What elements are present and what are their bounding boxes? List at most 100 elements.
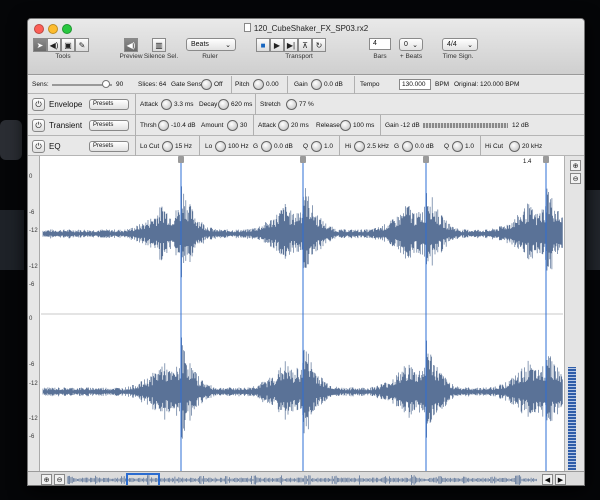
amount-knob[interactable] xyxy=(227,120,238,131)
gain-label: Gain xyxy=(294,81,308,88)
beats-label: + Beats xyxy=(399,53,423,60)
scroll-right-panel: ⊕ ⊖ xyxy=(564,156,584,471)
loop-button[interactable]: ↻ xyxy=(312,38,326,52)
attack-knob[interactable] xyxy=(161,99,172,110)
slice-marker-handle[interactable] xyxy=(543,156,549,163)
silence-selected-button[interactable]: ▥ xyxy=(152,38,166,52)
hi-gain-value: 0.0 dB xyxy=(415,143,434,150)
hi-gain-label: G xyxy=(394,143,400,150)
zoom-out-icon[interactable]: ⊖ xyxy=(54,474,65,485)
lock-tool-icon[interactable]: ▣ xyxy=(61,38,75,52)
stretch-knob[interactable] xyxy=(286,99,297,110)
play-button[interactable]: ▶ xyxy=(270,38,284,52)
scale-label: -6 xyxy=(29,210,35,216)
eq-title: EQ xyxy=(49,142,61,151)
scale-label: -6 xyxy=(29,282,35,288)
stretch-label: Stretch xyxy=(260,101,281,108)
thrsh-value: -10.4 dB xyxy=(171,122,196,129)
hi-q-label: Q xyxy=(444,143,450,150)
slice-marker-handle[interactable] xyxy=(423,156,429,163)
envelope-row: ⏻ Envelope Presets Attack 3.3 ms Decay 6… xyxy=(28,94,584,115)
transient-gain-max: 12 dB xyxy=(512,122,529,129)
waveform-display[interactable] xyxy=(41,156,585,471)
divider xyxy=(199,136,200,156)
chevron-down-icon: ⌄ xyxy=(412,41,418,49)
scale-label: -12 xyxy=(29,228,38,234)
hi-freq-value: 2.5 kHz xyxy=(367,143,390,150)
overview-selection[interactable] xyxy=(126,473,160,485)
hi-freq-knob[interactable] xyxy=(354,141,365,152)
divider xyxy=(354,76,355,94)
arrow-tool-icon[interactable]: ➤ xyxy=(33,38,47,52)
hi-gain-knob[interactable] xyxy=(402,141,413,152)
hi-q-knob[interactable] xyxy=(452,141,463,152)
tempo-field[interactable]: 130.000 xyxy=(399,79,431,90)
amount-label: Amount xyxy=(201,122,224,129)
gain-knob[interactable] xyxy=(311,79,322,90)
transient-attack-knob[interactable] xyxy=(278,120,289,131)
release-value: 100 ms xyxy=(353,122,375,129)
envelope-presets-select[interactable]: Presets xyxy=(89,99,129,110)
lo-freq-knob[interactable] xyxy=(215,141,226,152)
transient-row: ⏻ Transient Presets Thrsh -10.4 dB Amoun… xyxy=(28,115,584,136)
locut-value: 15 Hz xyxy=(175,143,192,150)
lo-q-knob[interactable] xyxy=(311,141,322,152)
transient-attack-label: Attack xyxy=(258,122,277,129)
scroll-left-icon[interactable]: ◀ xyxy=(542,474,553,485)
lo-gain-knob[interactable] xyxy=(261,141,272,152)
lo-label: Lo xyxy=(205,143,213,150)
ruler-label: Ruler xyxy=(202,53,218,60)
envelope-power-icon[interactable]: ⏻ xyxy=(32,98,45,111)
zoom-out-vertical-icon[interactable]: ⊖ xyxy=(570,173,581,184)
waveform-editor[interactable]: 0 -6 -12 -12 -6 0 -6 -12 -12 -6 1.4 ⊕ ⊖ xyxy=(28,156,585,471)
scroll-right-icon[interactable]: ▶ xyxy=(555,474,566,485)
sens-value: 90 xyxy=(116,81,124,88)
decay-knob[interactable] xyxy=(218,99,229,110)
export-slice-button[interactable]: ⊼ xyxy=(298,38,312,52)
slice-marker-handle[interactable] xyxy=(300,156,306,163)
hicut-knob[interactable] xyxy=(509,141,520,152)
sens-slider[interactable] xyxy=(52,80,112,88)
thrsh-knob[interactable] xyxy=(158,120,169,131)
play-slice-button[interactable]: ▶| xyxy=(284,38,298,52)
zoom-in-icon[interactable]: ⊕ xyxy=(41,474,52,485)
beats-select[interactable]: 0 ⌄ xyxy=(399,38,423,51)
preview-button[interactable]: ◀) xyxy=(124,38,138,52)
app-window: 120_CubeShaker_FX_SP03.rx2 ➤ ◀) ▣ ✎ Tool… xyxy=(27,18,585,486)
eq-presets-select[interactable]: Presets xyxy=(89,141,129,152)
pitch-knob[interactable] xyxy=(253,79,264,90)
slice-marker-handle[interactable] xyxy=(178,156,184,163)
bars-field[interactable]: 4 xyxy=(369,38,391,50)
bars-label: Bars xyxy=(373,53,387,60)
tools-label: Tools xyxy=(55,53,71,60)
sens-slider-handle[interactable] xyxy=(102,80,111,88)
time-signature-select[interactable]: 4/4 ⌄ xyxy=(442,38,478,51)
stop-button[interactable]: ■ xyxy=(256,38,270,52)
transient-gain-meter xyxy=(423,123,508,128)
silence-group: ▥ xyxy=(152,38,166,52)
hicut-value: 20 kHz xyxy=(522,143,543,150)
hi-label: Hi xyxy=(345,143,352,150)
divider xyxy=(135,94,136,115)
slices-count: Slices: 64 xyxy=(138,81,167,88)
divider xyxy=(480,136,481,156)
transient-presets-select[interactable]: Presets xyxy=(89,120,129,131)
thrsh-label: Thrsh xyxy=(140,122,157,129)
original-tempo: Original: 120.000 BPM xyxy=(454,81,520,88)
zoom-in-vertical-icon[interactable]: ⊕ xyxy=(570,160,581,171)
eq-power-icon[interactable]: ⏻ xyxy=(32,140,45,153)
divider xyxy=(287,76,288,94)
hi-q-value: 1.0 xyxy=(465,143,475,150)
ruler-select[interactable]: Beats ⌄ xyxy=(186,38,236,51)
gate-sens-knob[interactable] xyxy=(201,79,212,90)
speaker-tool-icon[interactable]: ◀) xyxy=(47,38,61,52)
transient-power-icon[interactable]: ⏻ xyxy=(32,119,45,132)
release-knob[interactable] xyxy=(340,120,351,131)
tempo-label: Tempo xyxy=(360,81,380,88)
scale-label: 0 xyxy=(29,316,33,322)
locut-knob[interactable] xyxy=(162,141,173,152)
pencil-tool-icon[interactable]: ✎ xyxy=(75,38,89,52)
db-scale: 0 -6 -12 -12 -6 0 -6 -12 -12 -6 xyxy=(28,156,40,471)
divider xyxy=(135,136,136,156)
transient-gain-label: Gain -12 dB xyxy=(385,122,420,129)
